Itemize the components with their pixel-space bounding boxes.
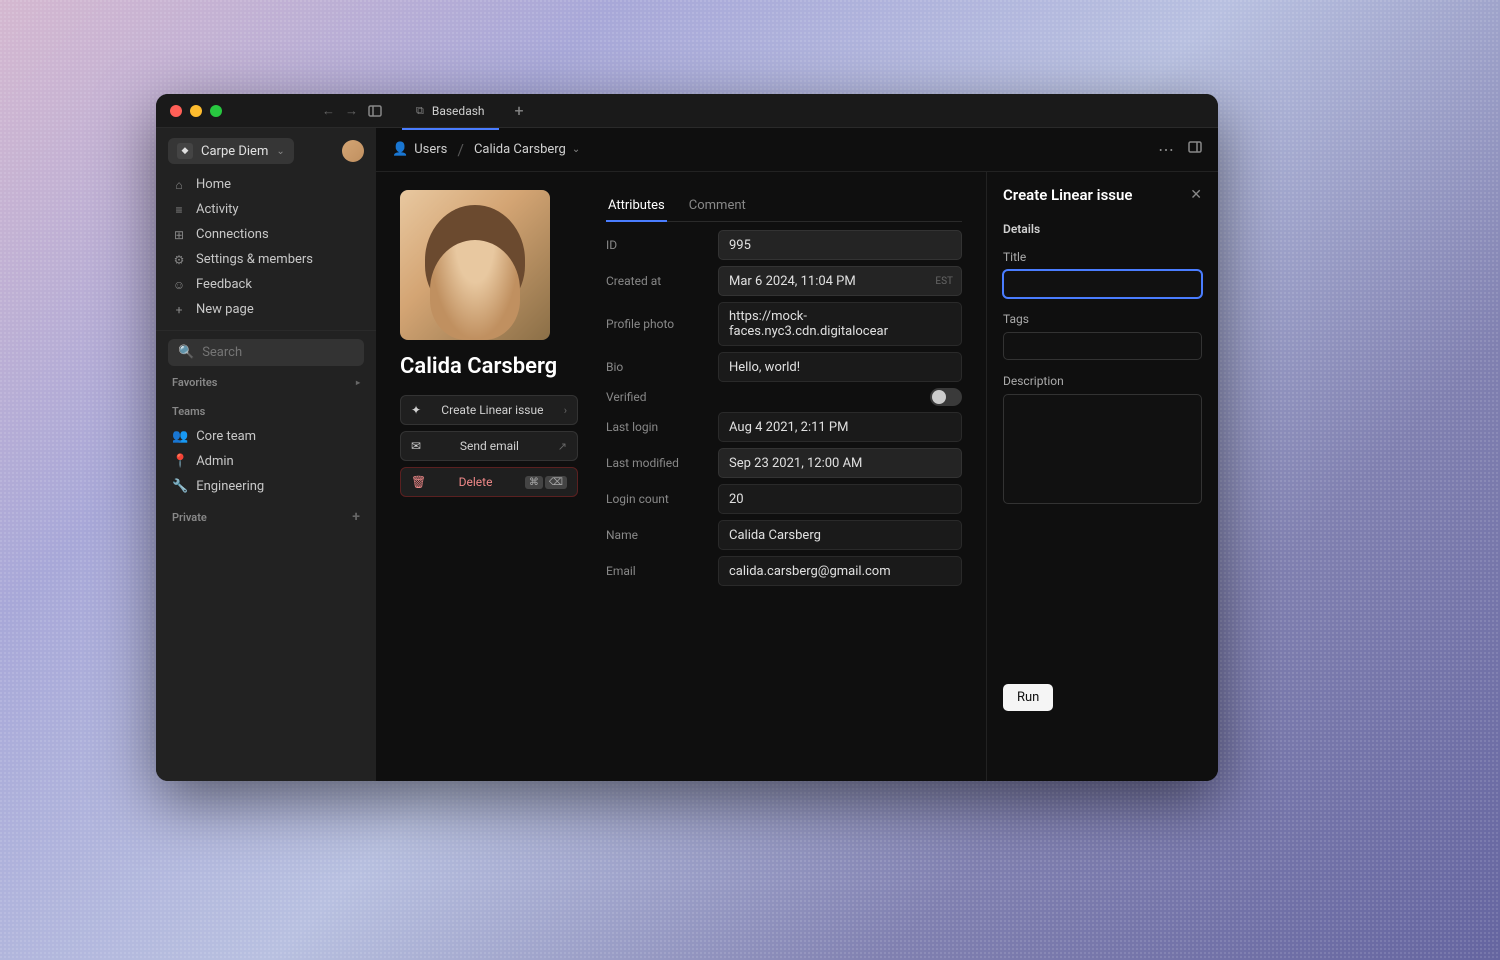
- attr-value-profile-photo[interactable]: https://mock-faces.nyc3.cdn.digitalocear: [718, 302, 962, 346]
- titlebar: ← → ⧉ Basedash +: [156, 94, 1218, 128]
- attr-value-name[interactable]: Calida Carsberg: [718, 520, 962, 550]
- favorites-section[interactable]: Favorites ▸: [156, 366, 376, 395]
- attr-label-id: ID: [606, 238, 702, 252]
- breadcrumb-separator: /: [457, 140, 464, 159]
- run-button[interactable]: Run: [1003, 684, 1053, 711]
- attr-value-id: 995: [718, 230, 962, 260]
- new-tab-button[interactable]: +: [515, 101, 524, 120]
- gear-icon: ⚙: [172, 253, 186, 267]
- tab-title: Basedash: [432, 104, 485, 118]
- attr-label-last-modified: Last modified: [606, 456, 702, 470]
- back-button[interactable]: ←: [322, 103, 335, 119]
- profile-photo: [400, 190, 550, 340]
- record-title: Calida Carsberg: [400, 354, 578, 379]
- attr-label-last-login: Last login: [606, 420, 702, 434]
- attr-label-email: Email: [606, 564, 702, 578]
- sidebar: ◆ Carpe Diem ⌄ ⌂Home ≡Activity ⊞Connecti…: [156, 128, 376, 781]
- divider: [156, 330, 376, 331]
- tags-input[interactable]: [1003, 332, 1202, 360]
- title-input[interactable]: [1003, 270, 1202, 298]
- sidebar-item-activity[interactable]: ≡Activity: [156, 197, 376, 222]
- workspace-logo-icon: ◆: [177, 143, 193, 159]
- connections-icon: ⊞: [172, 228, 186, 242]
- side-panel: Create Linear issue ✕ Details Title Tags…: [986, 172, 1218, 781]
- window-controls: [170, 105, 222, 117]
- sidebar-item-connections[interactable]: ⊞Connections: [156, 222, 376, 247]
- plus-icon: +: [172, 303, 186, 317]
- panel-toggle-icon[interactable]: [1188, 140, 1202, 159]
- nav-arrows: ← →: [322, 103, 358, 119]
- sidebar-item-new-page[interactable]: +New page: [156, 297, 376, 322]
- record-pane: Calida Carsberg ✦ Create Linear issue › …: [376, 172, 986, 781]
- teams-section: Teams: [156, 395, 376, 424]
- minimize-window-button[interactable]: [190, 105, 202, 117]
- chevron-right-icon: ›: [564, 404, 567, 417]
- external-link-icon: ↗: [558, 440, 567, 453]
- tags-label: Tags: [1003, 312, 1202, 326]
- attr-label-login-count: Login count: [606, 492, 702, 506]
- create-linear-issue-button[interactable]: ✦ Create Linear issue ›: [400, 395, 578, 425]
- attr-value-last-login[interactable]: Aug 4 2021, 2:11 PM: [718, 412, 962, 442]
- more-menu-button[interactable]: ⋯: [1158, 140, 1174, 159]
- team-item-core[interactable]: 👥Core team: [156, 424, 376, 449]
- feedback-icon: ☺: [172, 278, 186, 292]
- sidebar-item-home[interactable]: ⌂Home: [156, 172, 376, 197]
- private-section: Private +: [156, 499, 376, 531]
- description-textarea[interactable]: [1003, 394, 1202, 504]
- sidebar-toggle-icon[interactable]: [368, 104, 382, 118]
- verified-toggle[interactable]: [930, 388, 962, 406]
- attr-value-bio[interactable]: Hello, world!: [718, 352, 962, 382]
- attr-label-bio: Bio: [606, 360, 702, 374]
- send-email-button[interactable]: ✉ Send email ↗: [400, 431, 578, 461]
- record-tabs: Attributes Comment: [606, 190, 962, 222]
- workspace-name: Carpe Diem: [201, 144, 268, 159]
- attr-value-login-count[interactable]: 20: [718, 484, 962, 514]
- attr-value-created-at: Mar 6 2024, 11:04 PMEST: [718, 266, 962, 296]
- team-item-admin[interactable]: 📍Admin: [156, 449, 376, 474]
- chevron-down-icon: ⌄: [572, 144, 580, 155]
- maximize-window-button[interactable]: [210, 105, 222, 117]
- attr-label-created-at: Created at: [606, 274, 702, 288]
- tab-comment[interactable]: Comment: [687, 190, 748, 221]
- sidebar-item-settings[interactable]: ⚙Settings & members: [156, 247, 376, 272]
- chevron-down-icon: ⌄: [276, 146, 284, 157]
- tab-attributes[interactable]: Attributes: [606, 190, 667, 221]
- attr-label-verified: Verified: [606, 390, 702, 404]
- description-label: Description: [1003, 374, 1202, 388]
- breadcrumb-bar: 👤 Users / Calida Carsberg ⌄ ⋯: [376, 128, 1218, 172]
- trash-icon: 🗑: [411, 475, 426, 489]
- browser-tab[interactable]: ⧉ Basedash: [402, 100, 499, 122]
- attr-label-name: Name: [606, 528, 702, 542]
- search-icon: 🔍: [178, 345, 194, 360]
- attr-label-profile-photo: Profile photo: [606, 317, 702, 331]
- attr-value-last-modified: Sep 23 2021, 12:00 AM: [718, 448, 962, 478]
- app-window: ← → ⧉ Basedash + ◆ Carpe Diem ⌄ ⌂Home ≡A…: [156, 94, 1218, 781]
- forward-button[interactable]: →: [345, 103, 358, 119]
- close-panel-button[interactable]: ✕: [1190, 187, 1202, 203]
- shortcut-badge: ⌘⌫: [525, 476, 567, 489]
- sidebar-item-feedback[interactable]: ☺Feedback: [156, 272, 376, 297]
- delete-button[interactable]: 🗑 Delete ⌘⌫: [400, 467, 578, 497]
- chevron-right-icon: ▸: [356, 378, 360, 387]
- breadcrumb-root[interactable]: 👤 Users: [392, 142, 447, 157]
- mail-icon: ✉: [411, 439, 421, 453]
- search-box[interactable]: 🔍 ⌘ K: [168, 339, 364, 366]
- tab-icon: ⧉: [416, 104, 424, 118]
- search-input[interactable]: [202, 345, 368, 360]
- main-content: 👤 Users / Calida Carsberg ⌄ ⋯: [376, 128, 1218, 781]
- panel-section-label: Details: [1003, 222, 1202, 236]
- title-label: Title: [1003, 250, 1202, 264]
- close-window-button[interactable]: [170, 105, 182, 117]
- workspace-switcher[interactable]: ◆ Carpe Diem ⌄: [168, 138, 294, 164]
- activity-icon: ≡: [172, 203, 186, 217]
- sparkle-icon: ✦: [411, 403, 421, 417]
- home-icon: ⌂: [172, 178, 186, 192]
- team-item-engineering[interactable]: 🔧Engineering: [156, 474, 376, 499]
- user-avatar[interactable]: [342, 140, 364, 162]
- attr-value-email[interactable]: calida.carsberg@gmail.com: [718, 556, 962, 586]
- add-private-button[interactable]: +: [352, 509, 360, 525]
- panel-title: Create Linear issue: [1003, 186, 1132, 204]
- breadcrumb-current[interactable]: Calida Carsberg ⌄: [474, 142, 580, 157]
